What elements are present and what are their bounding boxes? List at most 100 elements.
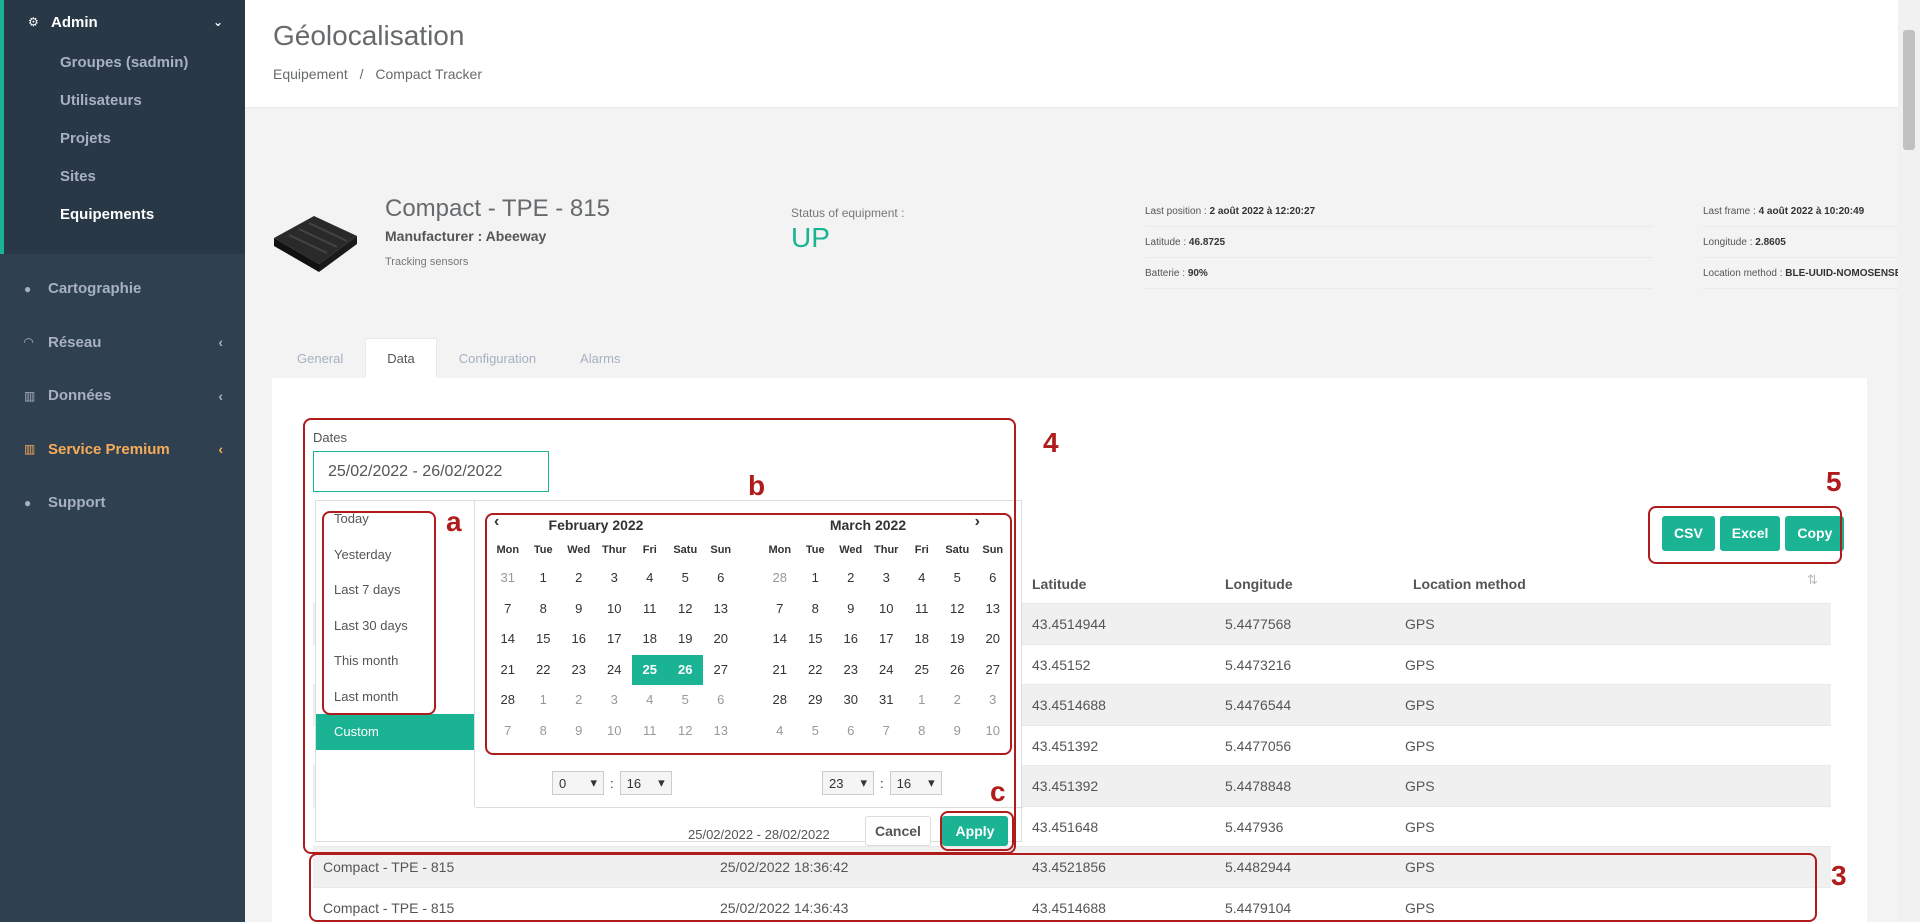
calendar-day[interactable]: 27 [703,655,739,686]
calendar-day[interactable]: 29 [798,685,834,716]
calendar-day[interactable]: 4 [904,563,940,594]
tab-general[interactable]: General [275,338,365,378]
nav-admin-toggle[interactable]: ⚙ Admin ⌄ [4,0,245,44]
sidebar-item-reseau[interactable]: ◠ Réseau ‹ [0,316,245,370]
calendar-day[interactable]: 2 [561,563,597,594]
calendar-day[interactable]: 5 [668,563,704,594]
calendar-day[interactable]: 7 [490,594,526,625]
dates-input[interactable]: 25/02/2022 - 26/02/2022 [313,451,549,492]
calendar-day[interactable]: 10 [869,594,905,625]
calendar-day[interactable]: 11 [904,594,940,625]
calendar-day[interactable]: 2 [940,685,976,716]
calendar-day[interactable]: 12 [668,594,704,625]
calendar-day[interactable]: 14 [490,624,526,655]
calendar-day[interactable]: 7 [869,716,905,747]
calendar-day[interactable]: 11 [632,716,668,747]
range-last-7-days[interactable]: Last 7 days [316,572,474,608]
hour-select[interactable]: 23 ▾ [822,771,874,795]
calendar-day[interactable]: 20 [703,624,739,655]
copy-button[interactable]: Copy [1785,516,1845,551]
csv-button[interactable]: CSV [1662,516,1715,551]
calendar-day[interactable]: 3 [869,563,905,594]
calendar-day[interactable]: 6 [703,563,739,594]
calendar-day[interactable]: 16 [833,624,869,655]
calendar-day[interactable]: 24 [597,655,633,686]
column-header-location-method[interactable]: Location method [1413,576,1526,592]
tab-alarms[interactable]: Alarms [558,338,642,378]
calendar-day[interactable]: 6 [975,563,1011,594]
calendar-day[interactable]: 5 [798,716,834,747]
calendar-day[interactable]: 22 [526,655,562,686]
calendar-day[interactable]: 9 [833,594,869,625]
calendar-day[interactable]: 10 [975,716,1011,747]
calendar-day[interactable]: 26 [940,655,976,686]
calendar-day[interactable]: 28 [762,563,798,594]
minute-select[interactable]: 16 ▾ [619,771,672,795]
calendar-day[interactable]: 7 [490,716,526,747]
tab-data[interactable]: Data [365,338,437,378]
calendar-day[interactable]: 27 [975,655,1011,686]
calendar-day[interactable]: 18 [904,624,940,655]
calendar-day[interactable]: 17 [869,624,905,655]
calendar-day[interactable]: 15 [798,624,834,655]
calendar-day[interactable]: 5 [940,563,976,594]
chevron-right-icon[interactable]: › [975,513,980,531]
calendar-day[interactable]: 1 [798,563,834,594]
calendar-day[interactable]: 9 [561,716,597,747]
calendar-day[interactable]: 4 [632,685,668,716]
page-scrollbar[interactable] [1898,0,1920,922]
calendar-day[interactable]: 17 [597,624,633,655]
calendar-day[interactable]: 13 [975,594,1011,625]
calendar-day[interactable]: 25 [632,654,668,685]
calendar-day[interactable]: 8 [526,716,562,747]
minute-select[interactable]: 16 ▾ [889,771,942,795]
sidebar-item-projets[interactable]: Projets [4,120,245,158]
calendar-day[interactable]: 9 [561,594,597,625]
calendar-day[interactable]: 13 [703,716,739,747]
calendar-day[interactable]: 2 [833,563,869,594]
sort-icon[interactable]: ⇅ [1807,572,1818,588]
calendar-day[interactable]: 5 [668,685,704,716]
cancel-button[interactable]: Cancel [865,816,931,846]
calendar-day[interactable]: 4 [762,716,798,747]
calendar-day[interactable]: 13 [703,594,739,625]
sidebar-item-donnees[interactable]: ▥ Données ‹ [0,369,245,423]
calendar-day[interactable]: 24 [869,655,905,686]
calendar-day[interactable]: 31 [490,563,526,594]
calendar-day[interactable]: 11 [632,594,668,625]
range-last-month[interactable]: Last month [316,679,474,715]
calendar-day[interactable]: 22 [798,655,834,686]
calendar-day[interactable]: 8 [526,594,562,625]
calendar-day[interactable]: 23 [833,655,869,686]
calendar-day[interactable]: 15 [526,624,562,655]
sidebar-item-service-premium[interactable]: ▥ Service Premium ‹ [0,423,245,477]
excel-button[interactable]: Excel [1719,516,1781,551]
chevron-left-icon[interactable]: ‹ [494,513,499,531]
scrollbar-thumb[interactable] [1903,30,1915,150]
breadcrumb-equipement[interactable]: Equipement [273,66,348,82]
range-yesterday[interactable]: Yesterday [316,537,474,573]
calendar-day[interactable]: 16 [561,624,597,655]
calendar-day[interactable]: 8 [904,716,940,747]
range-last-30-days[interactable]: Last 30 days [316,608,474,644]
calendar-day[interactable]: 3 [597,685,633,716]
calendar-day[interactable]: 12 [940,594,976,625]
tab-configuration[interactable]: Configuration [437,338,558,378]
calendar-day[interactable]: 8 [798,594,834,625]
calendar-day[interactable]: 21 [762,655,798,686]
column-header-latitude[interactable]: Latitude [1032,576,1086,592]
calendar-day[interactable]: 31 [869,685,905,716]
calendar-day[interactable]: 10 [597,594,633,625]
calendar-day[interactable]: 3 [975,685,1011,716]
sidebar-item-support[interactable]: ● Support [0,476,245,530]
calendar-day[interactable]: 21 [490,655,526,686]
sidebar-item-equipements[interactable]: Equipements [4,196,245,234]
calendar-day[interactable]: 1 [526,685,562,716]
calendar-day[interactable]: 14 [762,624,798,655]
calendar-day[interactable]: 7 [762,594,798,625]
calendar-day[interactable]: 6 [833,716,869,747]
calendar-day[interactable]: 28 [490,685,526,716]
calendar-day[interactable]: 26 [667,654,703,685]
calendar-day[interactable]: 23 [561,655,597,686]
calendar-day[interactable]: 25 [904,655,940,686]
